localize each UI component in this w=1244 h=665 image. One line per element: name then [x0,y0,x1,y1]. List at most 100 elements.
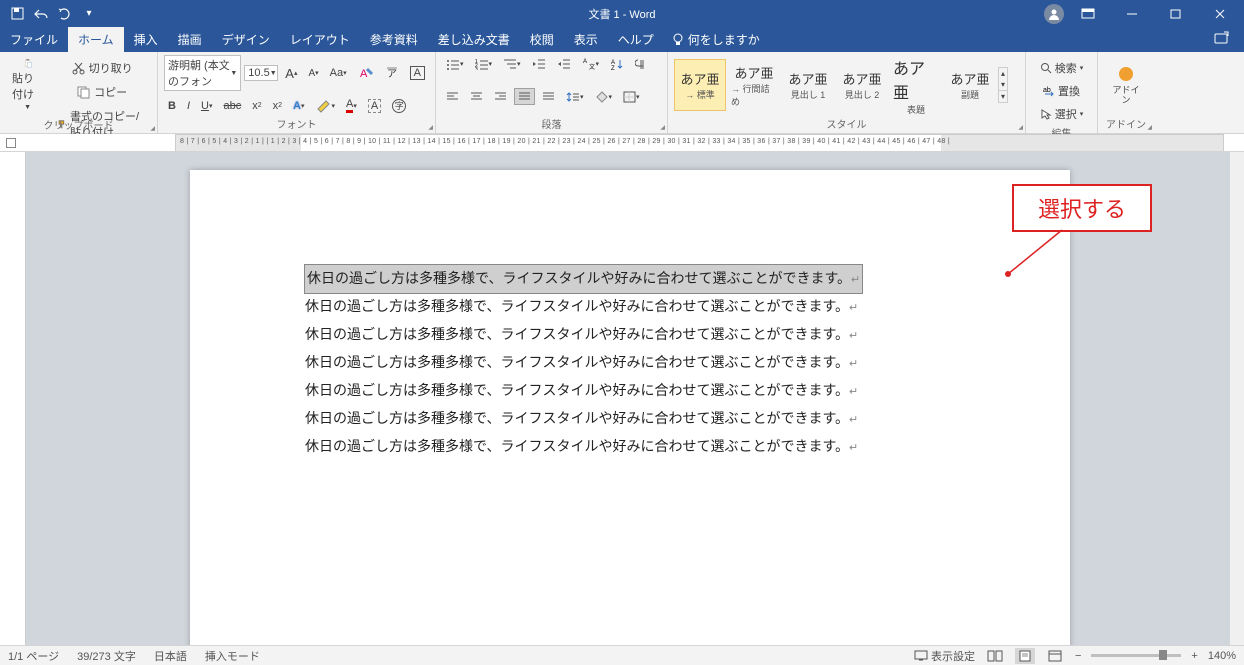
maximize-icon[interactable] [1156,0,1196,27]
view-web-icon[interactable] [1045,648,1065,664]
view-read-icon[interactable] [985,648,1005,664]
subscript-button[interactable]: x2 [248,97,265,115]
tab-selector[interactable] [6,138,16,148]
minimize-icon[interactable] [1112,0,1152,27]
tab-draw[interactable]: 描画 [168,27,212,52]
status-page[interactable]: 1/1 ページ [8,648,59,664]
cut-button[interactable]: 切り取り [53,57,151,79]
share-icon[interactable] [1214,31,1230,45]
highlight-button[interactable]: ▾ [312,96,340,116]
tab-design[interactable]: デザイン [212,27,280,52]
svg-text:Z: Z [611,66,615,70]
ruler-horizontal[interactable]: 8 | 7 | 6 | 5 | 4 | 3 | 2 | 1 | | 1 | 2 … [0,134,1244,152]
strikethrough-button[interactable]: abc [219,97,245,115]
font-size-select[interactable]: 10.5▼ [244,65,278,81]
underline-button[interactable]: U▾ [197,97,216,115]
style-heading1[interactable]: あア亜見出し 1 [782,59,834,111]
style-nospacing[interactable]: あア亜→ 行間詰め [728,59,780,111]
find-button[interactable]: 検索▾ [1032,57,1091,79]
bullets-button[interactable]: ▾ [442,55,468,73]
numbering-button[interactable]: 123▾ [471,55,497,73]
status-words[interactable]: 39/273 文字 [77,648,136,664]
tab-mailings[interactable]: 差し込み文書 [428,27,520,52]
view-print-icon[interactable] [1015,648,1035,664]
styles-more-button[interactable]: ▴▾▾ [998,67,1008,103]
clear-format-button[interactable]: A [354,63,378,83]
tab-help[interactable]: ヘルプ [608,27,664,52]
ruler-vertical[interactable] [0,152,26,645]
italic-button[interactable]: I [183,97,194,115]
text-direction-button[interactable]: A文▾ [578,55,604,73]
align-center-button[interactable] [466,88,487,105]
ribbon-display-icon[interactable] [1068,0,1108,27]
change-case-button[interactable]: Aa▾ [326,64,351,82]
align-right-button[interactable] [490,88,511,105]
ribbon: 貼り付け ▼ 切り取り コピー 書式のコピー/貼り付け クリップボード 游明朝 … [0,52,1244,134]
paste-button[interactable]: 貼り付け ▼ [6,55,49,115]
line-3[interactable]: 休日の過ごし方は多種多様で、ライフスタイルや好みに合わせて選ぶことができます。↵ [305,321,960,349]
group-paragraph: ▾ 123▾ ▾ A文▾ AZ ▾ ▾ ▾ 段落 [436,52,668,133]
dec-indent-button[interactable] [528,55,550,73]
multilevel-button[interactable]: ▾ [499,55,525,73]
tab-review[interactable]: 校閲 [520,27,564,52]
phonetic-guide-button[interactable]: ア [381,63,403,83]
display-settings-button[interactable]: 表示設定 [914,648,975,664]
undo-icon[interactable] [34,7,48,21]
line-4[interactable]: 休日の過ごし方は多種多様で、ライフスタイルや好みに合わせて選ぶことができます。↵ [305,349,960,377]
group-styles: あア亜→ 標準 あア亜→ 行間詰め あア亜見出し 1 あア亜見出し 2 あア亜表… [668,52,1026,133]
font-color-button[interactable]: A▾ [342,95,361,116]
status-lang[interactable]: 日本語 [154,648,187,664]
replace-button[interactable]: ab置換 [1032,80,1091,102]
addin-button[interactable]: アドイン [1104,55,1148,115]
redo-icon[interactable] [58,7,72,21]
tab-home[interactable]: ホーム [68,27,124,52]
close-icon[interactable] [1200,0,1240,27]
zoom-in-button[interactable]: + [1191,650,1197,662]
superscript-button[interactable]: x2 [269,97,286,115]
bold-button[interactable]: B [164,97,180,115]
distribute-button[interactable] [538,88,559,105]
char-shading-button[interactable]: A [364,96,385,116]
enclose-char-button[interactable]: 字 [388,96,410,116]
qat-overflow-icon[interactable]: ▾ [82,7,96,21]
line-2[interactable]: 休日の過ごし方は多種多様で、ライフスタイルや好みに合わせて選ぶことができます。↵ [305,293,960,321]
tab-file[interactable]: ファイル [0,27,68,52]
scrollbar-vertical[interactable] [1230,152,1244,645]
inc-indent-button[interactable] [553,55,575,73]
grow-font-button[interactable]: A▴ [281,63,301,84]
zoom-slider[interactable] [1091,654,1181,657]
show-marks-button[interactable] [631,55,651,73]
char-border-button[interactable]: A [406,63,429,83]
tab-references[interactable]: 参考資料 [360,27,428,52]
select-button[interactable]: 選択▾ [1032,103,1091,125]
copy-button[interactable]: コピー [53,81,151,103]
style-title[interactable]: あア亜表題 [890,59,942,111]
status-bar: 1/1 ページ 39/273 文字 日本語 挿入モード 表示設定 − + 140… [0,645,1244,665]
zoom-out-button[interactable]: − [1075,650,1081,662]
tell-me-search[interactable]: 何をしますか [672,27,760,52]
align-justify-button[interactable] [514,88,535,105]
page[interactable]: 休日の過ごし方は多種多様で、ライフスタイルや好みに合わせて選ぶことができます。↵… [190,170,1070,645]
shrink-font-button[interactable]: A▾ [304,65,322,82]
style-heading2[interactable]: あア亜見出し 2 [836,59,888,111]
line-6[interactable]: 休日の過ごし方は多種多様で、ライフスタイルや好みに合わせて選ぶことができます。↵ [305,405,960,433]
save-icon[interactable] [10,7,24,21]
tab-insert[interactable]: 挿入 [124,27,168,52]
line-7[interactable]: 休日の過ごし方は多種多様で、ライフスタイルや好みに合わせて選ぶことができます。↵ [305,433,960,461]
zoom-level[interactable]: 140% [1208,650,1236,662]
tab-layout[interactable]: レイアウト [280,27,360,52]
align-left-button[interactable] [442,88,463,105]
font-name-select[interactable]: 游明朝 (本文のフォン▼ [164,55,241,91]
style-subtitle[interactable]: あア亜副題 [944,59,996,111]
line-spacing-button[interactable]: ▾ [562,88,588,106]
style-normal[interactable]: あア亜→ 標準 [674,59,726,111]
text-effects-button[interactable]: A▾ [289,97,308,115]
status-mode[interactable]: 挿入モード [205,648,260,664]
sort-button[interactable]: AZ [606,55,628,73]
borders-button[interactable]: ▾ [619,88,644,106]
user-avatar[interactable] [1044,4,1064,24]
line-1-selected[interactable]: 休日の過ごし方は多種多様で、ライフスタイルや好みに合わせて選ぶことができます。↵ [305,265,862,293]
tab-view[interactable]: 表示 [564,27,608,52]
shading-button[interactable]: ▾ [591,88,617,106]
line-5[interactable]: 休日の過ごし方は多種多様で、ライフスタイルや好みに合わせて選ぶことができます。↵ [305,377,960,405]
